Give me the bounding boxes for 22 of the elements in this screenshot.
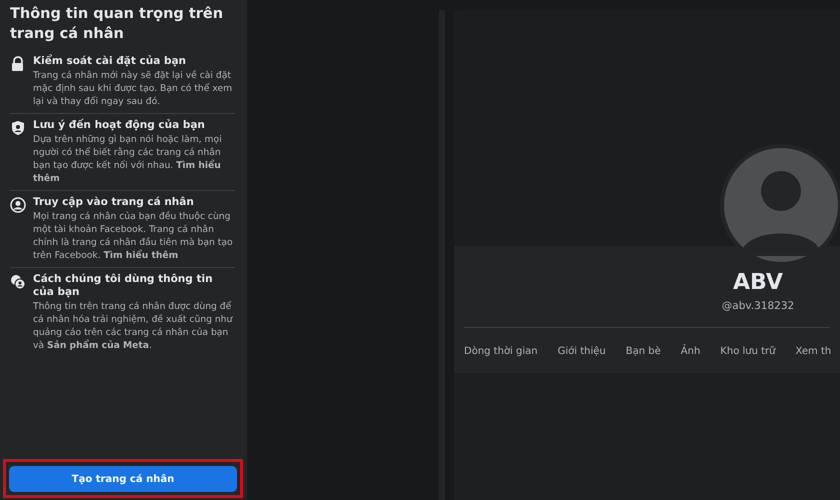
- profile-tab[interactable]: Giới thiệu: [558, 344, 606, 359]
- item-title: Truy cập vào trang cá nhân: [33, 196, 195, 209]
- item-description: Thông tin trên trang cá nhân được dùng để cá nhân hóa trải nghiệm, đề xuất cũng như quảng cáo trên các trang cá nhân của bạn và Sản phẩm của Meta.: [33, 300, 234, 352]
- shield-icon: [10, 120, 26, 136]
- item-description: Dựa trên những gì bạn nói hoặc làm, mọi người có thể biết rằng các trang cá nhân bạn tạo được kết nối với nhau. Tìm hiểu thêm: [33, 133, 223, 185]
- panel-title: Thông tin quan trọng trên trang cá nhân: [10, 5, 224, 44]
- profile-tab[interactable]: Kho lưu trữ: [720, 344, 776, 359]
- profile-username: @abv.318232: [722, 299, 794, 314]
- profile-tab[interactable]: Ảnh: [680, 344, 700, 359]
- item-description: Mọi trang cá nhân của bạn đều thuộc cùng một tài khoản Facebook. Trang cá nhân chính là trang cá nhân đầu tiên mà bạn tạo trên Facebook. Tìm hiểu thêm: [33, 210, 234, 262]
- item-title: Kiểm soát cài đặt của bạn: [33, 55, 188, 68]
- item-description: Trang cá nhân mới này sẽ đặt lại về cài đặt mặc định sau khi được tạo. Bạn có thể xem lại và thay đổi ngay sau đó.: [33, 69, 234, 108]
- person-icon: [10, 197, 26, 213]
- profile-tab[interactable]: Bạn bè: [626, 344, 661, 359]
- profile-name: ABV: [733, 270, 783, 296]
- item-title: Lưu ý đến hoạt động của bạn: [33, 119, 206, 132]
- create-profile-button[interactable]: Tạo trang cá nhân: [9, 466, 237, 492]
- people-icon: [10, 274, 26, 290]
- lock-icon: [10, 56, 26, 72]
- profile-tab[interactable]: Dòng thời gian: [464, 344, 538, 359]
- item-title: Cách chúng tôi dùng thông tin của bạn: [33, 273, 214, 299]
- profile-tab[interactable]: Xem th: [796, 344, 832, 359]
